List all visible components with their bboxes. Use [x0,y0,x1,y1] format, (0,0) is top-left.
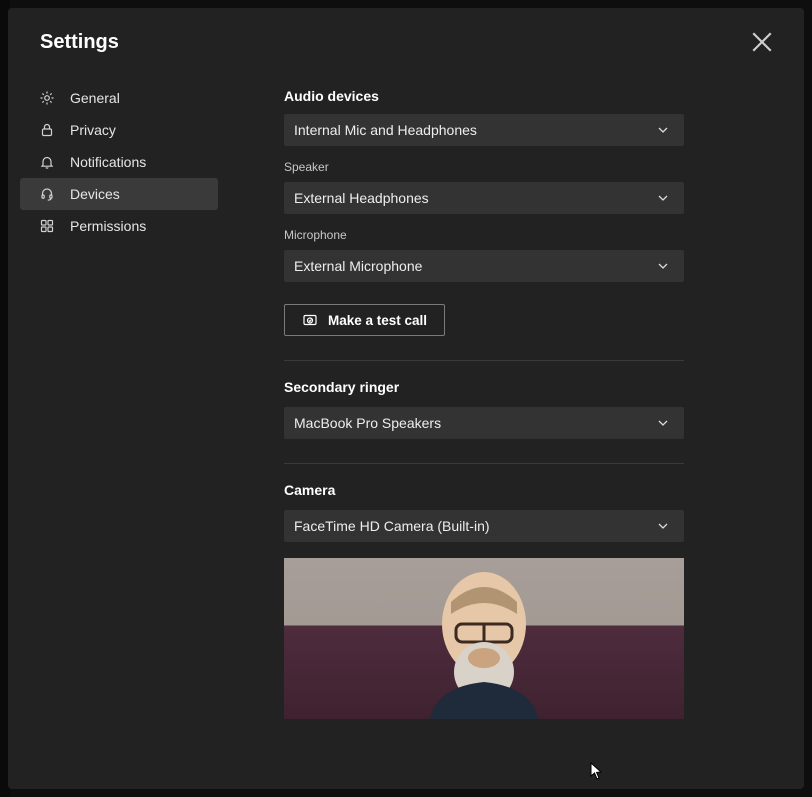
chevron-down-icon [656,519,670,533]
camera-preview-figure [399,562,569,719]
chevron-down-icon [656,123,670,137]
bell-icon [38,153,56,171]
close-icon [748,28,776,56]
sidebar-item-label: Privacy [70,122,116,138]
chevron-down-icon [656,191,670,205]
sidebar-item-devices[interactable]: Devices [20,178,218,210]
lock-icon [38,121,56,139]
select-value: External Microphone [294,258,422,274]
secondary-ringer-select[interactable]: MacBook Pro Speakers [284,407,684,439]
field-label-microphone: Microphone [284,228,764,242]
gear-icon [38,89,56,107]
settings-content: Audio devices Internal Mic and Headphone… [234,70,804,789]
divider [284,360,684,361]
microphone-select[interactable]: External Microphone [284,250,684,282]
divider [284,463,684,464]
settings-panel: Settings General [8,8,804,789]
close-button[interactable] [748,28,776,56]
speaker-select[interactable]: External Headphones [284,182,684,214]
camera-preview [284,558,684,719]
sidebar-item-general[interactable]: General [20,82,218,114]
sidebar-item-permissions[interactable]: Permissions [20,210,218,242]
camera-select[interactable]: FaceTime HD Camera (Built-in) [284,510,684,542]
grid-icon [38,217,56,235]
select-value: FaceTime HD Camera (Built-in) [294,518,490,534]
test-call-icon [302,312,318,328]
sidebar-item-privacy[interactable]: Privacy [20,114,218,146]
chevron-down-icon [656,259,670,273]
audio-device-select[interactable]: Internal Mic and Headphones [284,114,684,146]
section-heading-secondary-ringer: Secondary ringer [284,379,764,395]
sidebar-item-label: Permissions [70,218,146,234]
sidebar-item-notifications[interactable]: Notifications [20,146,218,178]
chevron-down-icon [656,416,670,430]
select-value: Internal Mic and Headphones [294,122,477,138]
button-label: Make a test call [328,313,427,328]
headset-icon [38,185,56,203]
settings-sidebar: General Privacy Notifi [8,70,234,789]
field-label-speaker: Speaker [284,160,764,174]
section-heading-camera: Camera [284,482,764,498]
page-title: Settings [40,31,119,54]
make-test-call-button[interactable]: Make a test call [284,304,445,336]
sidebar-item-label: General [70,90,120,106]
sidebar-item-label: Devices [70,186,120,202]
section-heading-audio: Audio devices [284,88,764,104]
select-value: MacBook Pro Speakers [294,415,441,431]
select-value: External Headphones [294,190,429,206]
sidebar-item-label: Notifications [70,154,146,170]
